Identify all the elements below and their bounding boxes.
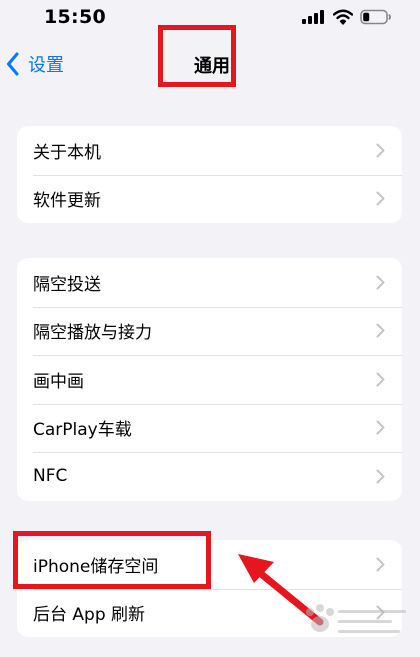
page-title: 通用 <box>194 56 230 77</box>
nav-bar: 设置 通用 <box>0 40 420 88</box>
chevron-right-icon <box>376 372 385 387</box>
wifi-icon <box>333 9 353 25</box>
row-picture-in-picture[interactable]: 画中画 <box>17 355 402 404</box>
row-label: 后台 App 刷新 <box>33 605 146 626</box>
settings-group-about: 关于本机 软件更新 <box>17 126 402 223</box>
row-iphone-storage[interactable]: iPhone储存空间 <box>17 540 402 589</box>
row-label: 关于本机 <box>33 142 101 163</box>
chevron-right-icon <box>376 605 385 620</box>
chevron-right-icon <box>376 420 385 435</box>
row-software-update[interactable]: 软件更新 <box>17 174 402 224</box>
row-label: iPhone储存空间 <box>33 556 159 577</box>
status-time: 15:50 <box>44 6 106 28</box>
row-label: 隔空播放与接力 <box>33 323 152 344</box>
row-label: NFC <box>33 466 68 487</box>
row-label: 画中画 <box>33 371 84 392</box>
chevron-right-icon <box>376 275 385 290</box>
row-airdrop[interactable]: 隔空投送 <box>17 258 402 307</box>
row-carplay[interactable]: CarPlay车载 <box>17 403 402 453</box>
chevron-right-icon <box>376 469 385 484</box>
row-background-app-refresh[interactable]: 后台 App 刷新 <box>17 588 402 638</box>
settings-group-storage: iPhone储存空间 后台 App 刷新 <box>17 540 402 637</box>
status-icons <box>302 9 392 25</box>
chevron-right-icon <box>376 143 385 158</box>
row-airplay-handoff[interactable]: 隔空播放与接力 <box>17 306 402 356</box>
chevron-right-icon <box>376 323 385 338</box>
status-bar: 15:50 <box>0 0 420 40</box>
row-label: 隔空投送 <box>33 274 101 295</box>
row-nfc[interactable]: NFC <box>17 452 402 501</box>
cellular-signal-icon <box>302 10 324 24</box>
settings-group-connectivity: 隔空投送 隔空播放与接力 画中画 CarPlay车载 NFC <box>17 258 402 501</box>
battery-icon <box>360 9 391 25</box>
row-about-device[interactable]: 关于本机 <box>17 126 402 175</box>
chevron-right-icon <box>376 557 385 572</box>
chevron-right-icon <box>376 191 385 206</box>
row-label: 软件更新 <box>33 191 101 212</box>
row-label: CarPlay车载 <box>33 420 132 441</box>
